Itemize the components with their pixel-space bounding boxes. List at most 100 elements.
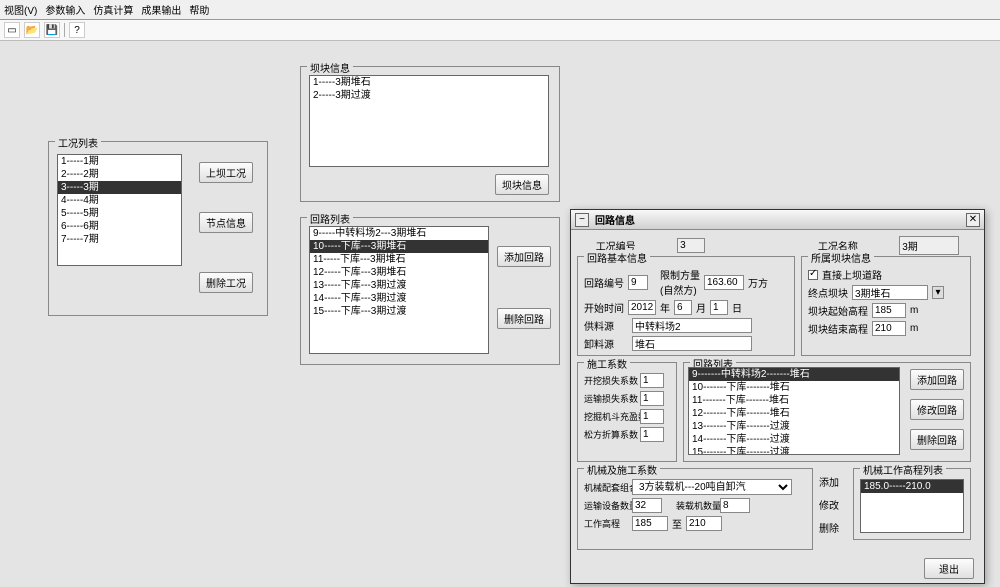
supply-input[interactable] [632, 318, 752, 333]
list-item[interactable]: 1-----3期堆石 [310, 76, 548, 89]
btn-up-condition[interactable]: 上坝工况 [199, 162, 253, 183]
loader-lab: 装载机数量 [676, 499, 716, 512]
btn-del-condition[interactable]: 删除工况 [199, 272, 253, 293]
listbox-dlg-route[interactable]: 9-------中转料场2-------堆石10-------下库-------… [688, 367, 900, 455]
group-block-info: 坝块信息 1-----3期堆石2-----3期过渡 坝块信息 [300, 66, 560, 202]
menu-sim-calc[interactable]: 仿真计算 [93, 2, 133, 17]
link-add[interactable]: 添加 [819, 474, 839, 489]
trans-lab: 运输设备数量 [584, 499, 628, 512]
route-no-input[interactable] [628, 275, 648, 290]
c2-input[interactable] [640, 391, 664, 406]
btn-node-info[interactable]: 节点信息 [199, 212, 253, 233]
group-label: 施工系数 [584, 356, 630, 371]
c4-lab: 松方折算系数 [584, 428, 636, 441]
group-coeff: 施工系数 开挖损失系数 运输损失系数 挖掘机斗充盈数 松方折算系数 [577, 362, 677, 462]
endblock-input[interactable] [852, 285, 928, 300]
listbox-elev[interactable]: 185.0-----210.0 [860, 479, 964, 533]
group-label: 机械及施工系数 [584, 462, 660, 477]
list-item[interactable]: 10-----下库---3期堆石 [310, 240, 488, 253]
btn-block-info[interactable]: 坝块信息 [495, 174, 549, 195]
btn-add-route[interactable]: 添加回路 [497, 246, 551, 267]
link-mod[interactable]: 修改 [819, 497, 839, 512]
c4-input[interactable] [640, 427, 664, 442]
list-item[interactable]: 185.0-----210.0 [861, 480, 963, 493]
list-item[interactable]: 15-------下库-------过渡 [689, 446, 899, 455]
elev-from-input[interactable] [632, 516, 668, 531]
year-input[interactable] [628, 300, 656, 315]
open-icon[interactable]: 📂 [24, 22, 40, 38]
toolbar: ▭ 📂 💾 ? [0, 20, 1000, 41]
unit-m2: m [910, 323, 918, 334]
listbox-route[interactable]: 9-----中转料场2---3期堆石10-----下库---3期堆石11----… [309, 226, 489, 354]
btn-del-route[interactable]: 删除回路 [497, 308, 551, 329]
day-input[interactable] [710, 300, 728, 315]
list-item[interactable]: 6-----6期 [58, 220, 181, 233]
menubar: 视图(V) 参数输入 仿真计算 成果输出 帮助 [0, 0, 1000, 20]
menu-help[interactable]: 帮助 [189, 2, 209, 17]
list-item[interactable]: 5-----5期 [58, 207, 181, 220]
btn-dlg-del-route[interactable]: 删除回路 [910, 429, 964, 450]
c3-input[interactable] [640, 409, 664, 424]
direct-checkbox[interactable] [808, 270, 818, 280]
c1-input[interactable] [640, 373, 664, 388]
save-icon[interactable]: 💾 [44, 22, 60, 38]
btn-exit[interactable]: 退出 [924, 558, 974, 579]
listbox-block[interactable]: 1-----3期堆石2-----3期过渡 [309, 75, 549, 167]
trans-input[interactable] [632, 498, 662, 513]
endblock-lab: 终点坝块 [808, 285, 848, 300]
menu-result-out[interactable]: 成果输出 [141, 2, 181, 17]
menu-view[interactable]: 视图(V) [4, 2, 37, 17]
combo-select[interactable]: 3方装载机---20吨自卸汽 [632, 479, 792, 495]
startEl-input[interactable] [872, 303, 906, 318]
btn-dlg-mod-route[interactable]: 修改回路 [910, 399, 964, 420]
limit-input[interactable] [704, 275, 744, 290]
endEl-input[interactable] [872, 321, 906, 336]
close-icon[interactable]: ✕ [966, 213, 980, 227]
list-item[interactable]: 11-----下库---3期堆石 [310, 253, 488, 266]
link-del[interactable]: 删除 [819, 520, 839, 535]
list-item[interactable]: 11-------下库-------堆石 [689, 394, 899, 407]
list-item[interactable]: 13-------下库-------过渡 [689, 420, 899, 433]
group-block-belong: 所属坝块信息 直接上坝道路 终点坝块▾ 坝块起始高程m 坝块结束高程m [801, 256, 971, 356]
unload-input[interactable] [632, 336, 752, 351]
group-label: 工况列表 [55, 135, 101, 150]
list-item[interactable]: 13-----下库---3期过渡 [310, 279, 488, 292]
group-label: 回路列表 [307, 211, 353, 226]
listbox-condition[interactable]: 1-----1期2-----2期3-----3期4-----4期5-----5期… [57, 154, 182, 266]
list-item[interactable]: 7-----7期 [58, 233, 181, 246]
month-input[interactable] [674, 300, 692, 315]
group-machine-elev: 机械工作高程列表 185.0-----210.0 [853, 468, 971, 540]
limit-unit: 万方 [748, 275, 768, 290]
group-machine: 机械及施工系数 机械配套组合 3方装载机---20吨自卸汽 运输设备数量 装载机… [577, 468, 813, 550]
elev-lab: 工作高程 [584, 517, 628, 530]
btn-dlg-add-route[interactable]: 添加回路 [910, 369, 964, 390]
list-item[interactable]: 12-------下库-------堆石 [689, 407, 899, 420]
list-item[interactable]: 2-----3期过渡 [310, 89, 548, 102]
limit-label: 限制方量 [660, 271, 700, 282]
list-item[interactable]: 14-------下库-------过渡 [689, 433, 899, 446]
group-label: 机械工作高程列表 [860, 462, 946, 477]
minimize-icon[interactable]: − [575, 213, 589, 227]
list-item[interactable]: 15-----下库---3期过渡 [310, 305, 488, 318]
menu-param-input[interactable]: 参数输入 [45, 2, 85, 17]
c3-lab: 挖掘机斗充盈数 [584, 410, 636, 423]
list-item[interactable]: 9-------中转料场2-------堆石 [689, 368, 899, 381]
list-item[interactable]: 9-----中转料场2---3期堆石 [310, 227, 488, 240]
loader-input[interactable] [720, 498, 750, 513]
list-item[interactable]: 1-----1期 [58, 155, 181, 168]
group-label: 所属坝块信息 [808, 250, 874, 265]
list-item[interactable]: 2-----2期 [58, 168, 181, 181]
list-item[interactable]: 10-------下库-------堆石 [689, 381, 899, 394]
dropdown-icon[interactable]: ▾ [932, 286, 944, 299]
dialog-route-info: − 回路信息 ✕ 工况编号 3 工况名称 3期 回路基本信息 回路编号 限制方量… [570, 209, 985, 584]
elev-to-input[interactable] [686, 516, 722, 531]
starttime-label: 开始时间 [584, 300, 624, 315]
endEl-lab: 坝块结束高程 [808, 321, 868, 336]
list-item[interactable]: 14-----下库---3期过渡 [310, 292, 488, 305]
help-icon[interactable]: ? [69, 22, 85, 38]
list-item[interactable]: 4-----4期 [58, 194, 181, 207]
c1-lab: 开挖损失系数 [584, 374, 636, 387]
list-item[interactable]: 12-----下库---3期堆石 [310, 266, 488, 279]
list-item[interactable]: 3-----3期 [58, 181, 181, 194]
new-file-icon[interactable]: ▭ [4, 22, 20, 38]
